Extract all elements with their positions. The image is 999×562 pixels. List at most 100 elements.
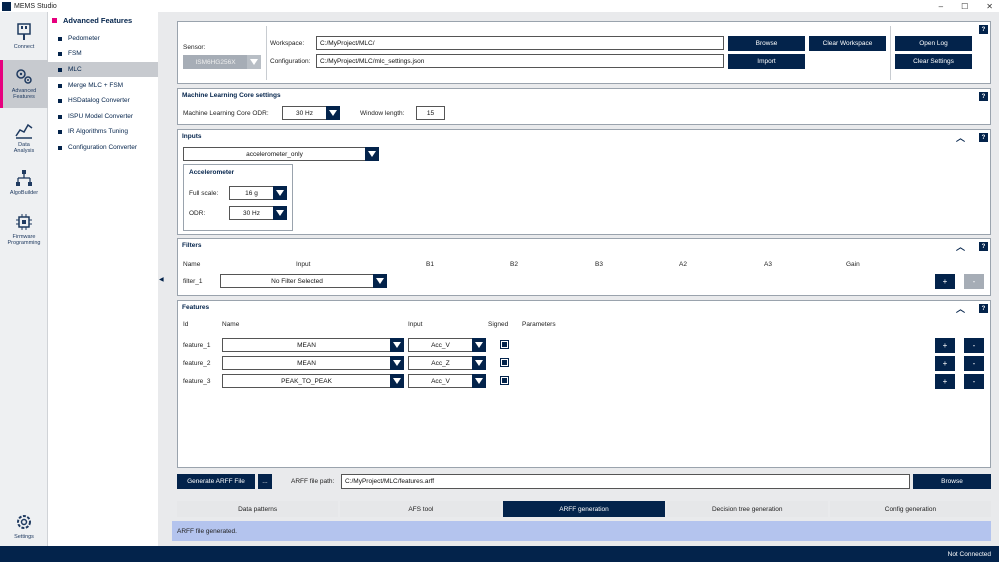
dropdown-arrow-icon <box>273 206 287 220</box>
accel-odr-select[interactable]: 30 Hz <box>229 206 287 220</box>
features-panel: Features ︿ ? Id Name Input Signed Parame… <box>177 300 991 468</box>
feature-input-select[interactable]: Acc_Z <box>408 356 486 370</box>
window-controls: – ☐ ✕ <box>939 0 993 12</box>
nav-data-analysis[interactable]: Data Analysis <box>0 114 48 156</box>
chart-icon <box>15 123 33 139</box>
generate-arff-button[interactable]: Generate ARFF File <box>177 474 255 489</box>
add-feature-button[interactable]: + <box>935 338 955 353</box>
nav-algobuilder[interactable]: AlgoBuilder <box>0 162 48 204</box>
tab-decision-tree-generation[interactable]: Decision tree generation <box>666 501 828 517</box>
browse-workspace-button[interactable]: Browse <box>728 36 805 51</box>
collapse-chevron-icon[interactable]: ︿ <box>956 131 965 144</box>
tab-data-patterns[interactable]: Data patterns <box>177 501 339 517</box>
gear-icon <box>17 515 31 529</box>
inputs-panel: Inputs ︿ ? accelerometer_only Accelerome… <box>177 129 991 235</box>
tab-afs-tool[interactable]: AFS tool <box>340 501 502 517</box>
nav-advanced-features[interactable]: Advanced Features <box>0 60 48 108</box>
add-feature-button[interactable]: + <box>935 374 955 389</box>
help-icon[interactable]: ? <box>979 25 988 34</box>
dropdown-arrow-icon <box>373 274 387 288</box>
import-button[interactable]: Import <box>728 54 805 69</box>
help-icon[interactable]: ? <box>979 242 988 251</box>
full-scale-select[interactable]: 16 g <box>229 186 287 200</box>
panel-title: Machine Learning Core settings <box>182 92 281 99</box>
add-filter-button[interactable]: + <box>935 274 955 289</box>
subnav-item-ispu-model-converter[interactable]: ISPU Model Converter <box>48 109 158 124</box>
window-title: MEMS Studio <box>14 2 57 10</box>
collapse-chevron-icon[interactable]: ︿ <box>956 240 965 253</box>
main-content: Sensor: ISM6HG256X Workspace: C:/MyProje… <box>168 12 999 546</box>
tab-arff-generation[interactable]: ARFF generation <box>503 501 665 517</box>
nav-label: Connect <box>13 44 35 50</box>
arff-path-label: ARFF file path: <box>291 478 335 485</box>
arff-path-input[interactable]: C:/MyProject/MLC/features.arff <box>341 474 910 489</box>
nav-firmware-programming[interactable]: Firmware Programming <box>0 206 48 248</box>
workspace-input[interactable]: C:/MyProject/MLC/ <box>316 36 724 50</box>
connection-status: Not Connected <box>947 550 991 558</box>
filters-header-b1: B1 <box>426 261 434 268</box>
input-type-select[interactable]: accelerometer_only <box>183 147 379 161</box>
mlc-odr-select[interactable]: 30 Hz <box>282 106 340 120</box>
configuration-input[interactable]: C:/MyProject/MLC/mlc_settings.json <box>316 54 724 68</box>
signed-checkbox[interactable] <box>500 358 509 367</box>
sensor-select[interactable]: ISM6HG256X <box>183 55 261 69</box>
nav-label: AlgoBuilder <box>9 190 39 196</box>
remove-feature-button[interactable]: - <box>964 374 984 389</box>
feature-name-select[interactable]: MEAN <box>222 338 404 352</box>
feature-name-select[interactable]: PEAK_TO_PEAK <box>222 374 404 388</box>
browse-arff-button[interactable]: Browse <box>913 474 991 489</box>
close-button[interactable]: ✕ <box>986 2 993 11</box>
subnav-item-pedometer[interactable]: Pedometer <box>48 31 158 46</box>
remove-feature-button[interactable]: - <box>964 356 984 371</box>
open-log-button[interactable]: Open Log <box>895 36 972 51</box>
remove-filter-button[interactable]: - <box>964 274 984 289</box>
filter-input-select[interactable]: No Filter Selected <box>220 274 387 288</box>
clear-workspace-button[interactable]: Clear Workspace <box>809 36 886 51</box>
panel-title: Filters <box>182 242 202 249</box>
feature-input-select[interactable]: Acc_V <box>408 338 486 352</box>
filters-header-name: Name <box>183 261 201 268</box>
divider <box>266 26 267 80</box>
accelerometer-title: Accelerometer <box>189 169 235 176</box>
status-message: ARFF file generated. <box>172 521 991 541</box>
arff-more-button[interactable]: ... <box>258 474 272 489</box>
help-icon[interactable]: ? <box>979 92 988 101</box>
subnav-item-fsm[interactable]: FSM <box>48 46 158 61</box>
maximize-button[interactable]: ☐ <box>961 2 968 11</box>
bullet-icon <box>58 67 62 72</box>
dropdown-arrow-icon <box>247 55 261 69</box>
collapse-chevron-icon[interactable]: ︿ <box>956 302 965 315</box>
subnav-item-hsdatalog-converter[interactable]: HSDatalog Converter <box>48 93 158 108</box>
add-feature-button[interactable]: + <box>935 356 955 371</box>
filters-header-input: Input <box>296 261 311 268</box>
filters-header-a2: A2 <box>679 261 687 268</box>
status-bar: Not Connected <box>0 546 999 562</box>
dropdown-arrow-icon <box>390 374 404 388</box>
minimize-button[interactable]: – <box>939 2 943 11</box>
nav-connect[interactable]: Connect <box>0 16 48 58</box>
remove-feature-button[interactable]: - <box>964 338 984 353</box>
bullet-icon <box>58 36 62 41</box>
nav-settings[interactable]: Settings <box>0 506 48 548</box>
subnav-item-mlc[interactable]: MLC <box>48 62 158 77</box>
bullet-icon <box>58 83 62 88</box>
divider <box>890 26 891 80</box>
clear-settings-button[interactable]: Clear Settings <box>895 54 972 69</box>
signed-checkbox[interactable] <box>500 340 509 349</box>
filters-header-b2: B2 <box>510 261 518 268</box>
signed-checkbox[interactable] <box>500 376 509 385</box>
help-icon[interactable]: ? <box>979 304 988 313</box>
dropdown-arrow-icon <box>390 338 404 352</box>
features-header-input: Input <box>408 321 423 328</box>
help-icon[interactable]: ? <box>979 133 988 142</box>
tab-config-generation[interactable]: Config generation <box>829 501 992 517</box>
feature-input-select[interactable]: Acc_V <box>408 374 486 388</box>
subnav-item-ir-algorithms-tuning[interactable]: IR Algorithms Tuning <box>48 124 158 139</box>
collapse-sidebar-icon[interactable]: ◀ <box>159 276 164 283</box>
dropdown-arrow-icon <box>365 147 379 161</box>
accel-odr-label: ODR: <box>189 210 206 217</box>
feature-name-select[interactable]: MEAN <box>222 356 404 370</box>
subnav-item-configuration-converter[interactable]: Configuration Converter <box>48 140 158 155</box>
subnav-item-merge-mlc-fsm[interactable]: Merge MLC + FSM <box>48 78 158 93</box>
window-length-input[interactable]: 15 <box>416 106 445 120</box>
